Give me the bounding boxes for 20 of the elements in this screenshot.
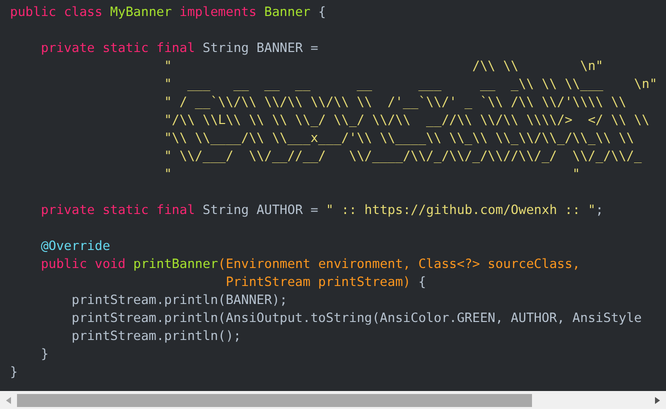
code-line: " " xyxy=(163,166,580,184)
code-line: PrintStream printStream) { xyxy=(224,274,426,292)
code-line: private static final String AUTHOR = " :: https://github.com/Owenxh :: "; xyxy=(40,202,604,220)
scrollbar-thumb[interactable] xyxy=(17,394,532,406)
code-line: " \\/___/ \\/__//__/ \\/____/\\/_/\\/_/\\//\\/_/ \\/_/\\/_ xyxy=(163,148,642,166)
code-line: @Override xyxy=(40,238,110,256)
code-line: " /\\ \\ \n" xyxy=(163,58,604,76)
code-line: " / __`\\/\\ \\/\\ \\/\\ \\ /'__`\\/' _ `\\ /\\ \\/'\\\\ \\ xyxy=(163,94,626,112)
code-line: private static final String BANNER = xyxy=(40,40,318,58)
code-line: } xyxy=(10,364,18,382)
code-line: } xyxy=(40,346,49,364)
code-line: printStream.println(BANNER); xyxy=(70,292,288,310)
code-line: "\\ \\____/\\ \\___x___/'\\ \\____\\ \\_\\ \\_\\/\\_/\\_\\ \\ xyxy=(163,130,634,148)
code-line: "/\\ \\L\\ \\ \\ \\_/ \\_/ \\/\\ __//\\ \\/\\ \\\\/> </ \\ \\ xyxy=(163,112,650,130)
code-line: " ___ __ __ __ __ ___ __ _\\ \\ \\___ \n" xyxy=(163,76,658,94)
code-line: printStream.println(AnsiOutput.toString(AnsiColor.GREEN, AUTHOR, AnsiStyle xyxy=(70,310,642,328)
code-line: public void printBanner(Environment environment, Class<?> sourceClass, xyxy=(40,256,580,274)
horizontal-scrollbar[interactable] xyxy=(0,391,666,409)
code-line: public class MyBanner implements Banner { xyxy=(10,4,326,22)
code-line: printStream.println(); xyxy=(70,328,242,346)
